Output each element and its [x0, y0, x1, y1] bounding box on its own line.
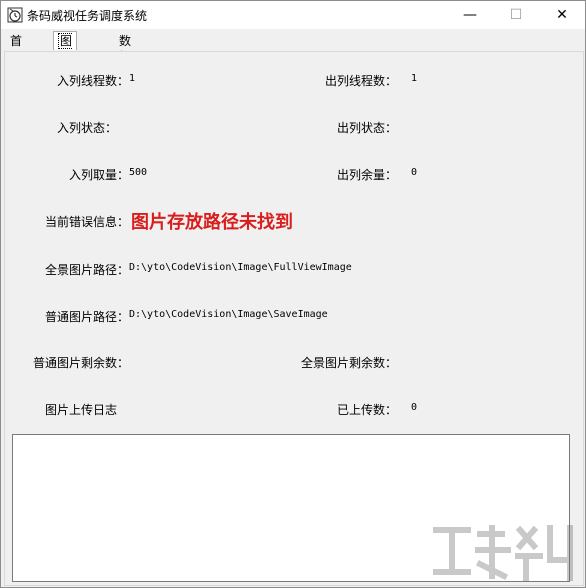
- tab-home[interactable]: 首页: [6, 33, 26, 64]
- uploaded-count-value: 0: [411, 402, 418, 413]
- full-remaining-label: 全景图片剩余数：: [300, 356, 397, 370]
- out-remain-label: 出列余量：: [336, 168, 397, 182]
- in-threads-label: 入列线程数：: [56, 74, 129, 88]
- maximize-button[interactable]: ☐: [493, 1, 539, 29]
- in-take-value: 500: [129, 167, 148, 178]
- out-threads-label: 出列线程数：: [324, 74, 397, 88]
- out-status-label: 出列状态：: [336, 121, 397, 135]
- error-message: 图片存放路径未找到: [131, 212, 293, 233]
- error-label: 当前错误信息：: [44, 215, 129, 229]
- tab-data-upload[interactable]: 数据上传: [115, 33, 135, 96]
- full-path-label: 全景图片路径：: [44, 263, 129, 277]
- out-threads-value: 1: [411, 73, 418, 84]
- normal-path-value: D:\yto\CodeVision\Image\SaveImage: [129, 309, 328, 320]
- minimize-icon: —: [463, 7, 477, 23]
- out-remain-value: 0: [411, 167, 418, 178]
- in-threads-value: 1: [129, 73, 136, 84]
- normal-path-label: 普通图片路径：: [44, 310, 129, 324]
- in-status-label: 入列状态：: [56, 121, 117, 135]
- upload-log-label: 图片上传日志: [44, 403, 117, 417]
- tab-image-upload[interactable]: 图片上传: [53, 31, 78, 103]
- app-clock-icon: [7, 7, 23, 23]
- uploaded-count-label: 已上传数：: [336, 403, 397, 417]
- minimize-button[interactable]: —: [447, 1, 493, 29]
- full-path-value: D:\yto\CodeVision\Image\FullViewImage: [129, 262, 352, 273]
- title-bar[interactable]: 条码威视任务调度系统 — ☐ ✕: [1, 1, 585, 29]
- app-window: 条码威视任务调度系统 — ☐ ✕ 首页 图片上传 数据上传 入列线程数： 1 出…: [0, 0, 586, 588]
- in-take-label: 入列取量：: [68, 168, 129, 182]
- close-icon: ✕: [556, 7, 568, 23]
- window-title: 条码威视任务调度系统: [27, 9, 148, 23]
- close-button[interactable]: ✕: [539, 1, 585, 29]
- maximize-icon: ☐: [509, 7, 523, 23]
- watermark-logo: [433, 525, 573, 581]
- normal-remaining-label: 普通图片剩余数：: [32, 356, 129, 370]
